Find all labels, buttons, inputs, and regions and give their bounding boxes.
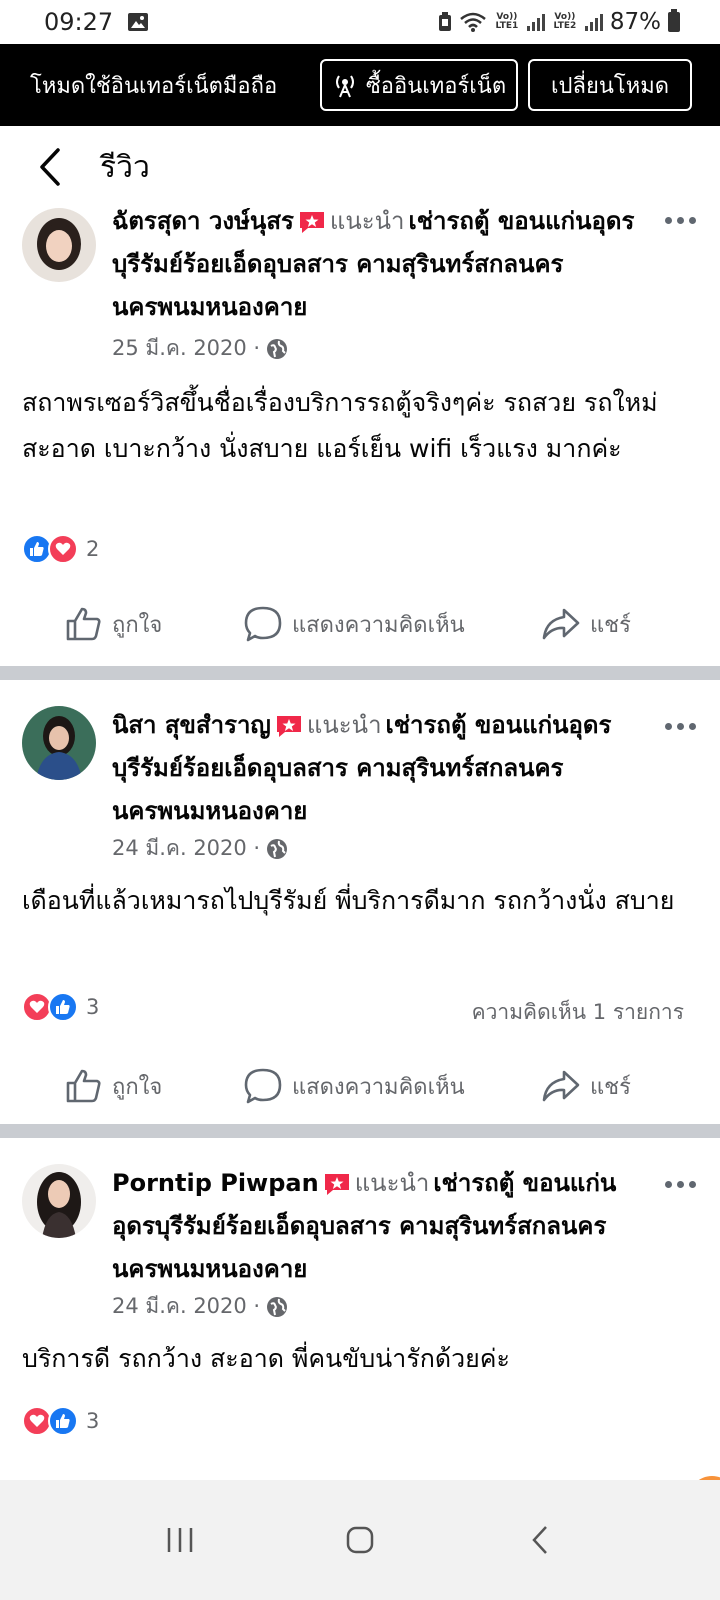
post-divider bbox=[0, 666, 720, 680]
post-actions: ถูกใจ แสดงความคิดเห็น แชร์ bbox=[0, 1056, 720, 1116]
like-label: ถูกใจ bbox=[112, 612, 163, 638]
broadcast-icon bbox=[335, 75, 354, 98]
recent-apps-icon bbox=[167, 1528, 193, 1552]
post-header: ฉัตรสุดา วงษ์นุสร แนะนำ เช่ารถตู้ ขอนแก่นอ… bbox=[112, 208, 642, 329]
reaction-count: 3 bbox=[86, 995, 100, 1019]
review-card: ฉัตรสุดา วงษ์นุสร แนะนำ เช่ารถตู้ ขอนแก่นอ… bbox=[0, 208, 720, 666]
avatar[interactable] bbox=[22, 706, 96, 780]
status-bar: 09:27 Vo)) LTE1 Vo)) LTE2 87% bbox=[0, 0, 720, 44]
battery-percent: 87% bbox=[609, 9, 661, 35]
thumbs-up-icon bbox=[66, 607, 101, 641]
reviews-feed[interactable]: ฉัตรสุดา วงษ์นุสร แนะนำ เช่ารถตู้ ขอนแก่นอ… bbox=[0, 208, 720, 1508]
author-name[interactable]: Porntip Piwpan bbox=[112, 1169, 319, 1197]
avatar-image bbox=[22, 706, 96, 780]
like-reaction-icon bbox=[48, 1406, 78, 1436]
reaction-summary[interactable]: 2 bbox=[22, 534, 99, 564]
share-button[interactable]: แชร์ bbox=[542, 607, 631, 642]
mode-label: โหมดใช้อินเทอร์เน็ตมือถือ bbox=[30, 73, 278, 99]
reaction-count: 3 bbox=[86, 1409, 100, 1433]
author-name[interactable]: นิสา สุขสำราญ bbox=[112, 711, 271, 739]
recommend-icon bbox=[299, 212, 324, 233]
page-title: รีวิว bbox=[100, 149, 150, 185]
comment-bubble-icon bbox=[244, 1068, 282, 1104]
post-date[interactable]: 25 มี.ค. 2020 · bbox=[112, 332, 260, 365]
share-label: แชร์ bbox=[590, 1074, 631, 1100]
chevron-left-icon bbox=[40, 148, 60, 186]
like-button[interactable]: ถูกใจ bbox=[66, 1069, 162, 1104]
post-actions: ถูกใจ แสดงความคิดเห็น แชร์ bbox=[0, 594, 720, 654]
share-label: แชร์ bbox=[590, 612, 631, 638]
more-options-button[interactable] bbox=[660, 210, 700, 230]
back-arrow-icon bbox=[532, 1526, 547, 1554]
avatar-image bbox=[22, 1164, 96, 1238]
sim2-label: Vo)) LTE2 bbox=[553, 12, 577, 31]
post-header: Porntip Piwpan แนะนำ เช่ารถตู้ ขอนแก่นอุดร… bbox=[112, 1162, 642, 1291]
post-text: เดือนที่แล้วเหมารถไปบุรีรัมย์ พี่บริการด… bbox=[22, 886, 675, 915]
system-back-button[interactable] bbox=[510, 1510, 570, 1570]
review-card: Porntip Piwpan แนะนำ เช่ารถตู้ ขอนแก่นอุดร… bbox=[0, 1138, 720, 1508]
back-button[interactable] bbox=[30, 147, 70, 187]
gallery-icon bbox=[128, 13, 149, 31]
recommend-icon bbox=[324, 1174, 349, 1195]
globe-icon bbox=[267, 338, 288, 359]
system-nav-bar bbox=[0, 1480, 720, 1600]
comment-count-link[interactable]: ความคิดเห็น 1 รายการ bbox=[472, 996, 684, 1029]
share-arrow-icon bbox=[542, 1070, 580, 1102]
avatar[interactable] bbox=[22, 1164, 96, 1238]
wifi-icon bbox=[460, 12, 486, 32]
battery-saver-icon bbox=[438, 12, 451, 31]
switch-mode-button[interactable]: เปลี่ยนโหมด bbox=[528, 59, 692, 111]
share-button[interactable]: แชร์ bbox=[542, 1069, 631, 1104]
globe-icon bbox=[267, 838, 288, 859]
post-date[interactable]: 24 มี.ค. 2020 · bbox=[112, 832, 260, 865]
review-card: นิสา สุขสำราญ แนะนำ เช่ารถตู้ ขอนแก่นอุดรบ… bbox=[0, 680, 720, 1124]
comment-label: แสดงความคิดเห็น bbox=[292, 612, 465, 638]
recommend-icon bbox=[276, 716, 301, 737]
reaction-count: 2 bbox=[86, 537, 100, 561]
comment-bubble-icon bbox=[244, 606, 282, 642]
like-button[interactable]: ถูกใจ bbox=[66, 607, 162, 642]
buy-internet-button[interactable]: ซื้ออินเทอร์เน็ต bbox=[320, 59, 518, 111]
recommends-label: แนะนำ bbox=[354, 1169, 430, 1197]
thumbs-up-icon bbox=[66, 1069, 101, 1103]
status-time: 09:27 bbox=[44, 8, 114, 36]
reaction-summary[interactable]: 3 bbox=[22, 992, 99, 1022]
post-header: นิสา สุขสำราญ แนะนำ เช่ารถตู้ ขอนแก่นอุดรบ… bbox=[112, 704, 642, 833]
globe-icon bbox=[267, 1296, 288, 1317]
like-label: ถูกใจ bbox=[112, 1074, 163, 1100]
avatar[interactable] bbox=[22, 208, 96, 282]
reaction-summary[interactable]: 3 bbox=[22, 1406, 99, 1436]
mobile-data-banner: โหมดใช้อินเทอร์เน็ตมือถือ ซื้ออินเทอร์เน… bbox=[0, 44, 720, 126]
share-arrow-icon bbox=[542, 608, 580, 640]
love-reaction-icon bbox=[48, 534, 78, 564]
post-text: สถาพรเซอร์วิสขึ้นชื่อเรื่องบริการรถตู้จร… bbox=[22, 388, 658, 463]
comment-button[interactable]: แสดงความคิดเห็น bbox=[244, 606, 465, 642]
recent-apps-button[interactable] bbox=[150, 1510, 210, 1570]
recommends-label: แนะนำ bbox=[306, 711, 382, 739]
avatar-image bbox=[22, 208, 96, 282]
signal-icon bbox=[584, 13, 603, 31]
battery-icon bbox=[668, 9, 680, 32]
like-reaction-icon bbox=[48, 992, 78, 1022]
home-icon bbox=[346, 1526, 374, 1554]
post-meta: 24 มี.ค. 2020 · bbox=[112, 1290, 288, 1323]
more-options-button[interactable] bbox=[660, 716, 700, 736]
recommends-label: แนะนำ bbox=[329, 208, 405, 235]
sim1-label: Vo)) LTE1 bbox=[495, 12, 519, 31]
post-date[interactable]: 24 มี.ค. 2020 · bbox=[112, 1290, 260, 1323]
comment-button[interactable]: แสดงความคิดเห็น bbox=[244, 1068, 465, 1104]
home-button[interactable] bbox=[330, 1510, 390, 1570]
post-text: บริการดี รถกว้าง สะอาด พี่คนขับน่ารักด้ว… bbox=[22, 1344, 510, 1373]
post-meta: 25 มี.ค. 2020 · bbox=[112, 332, 288, 365]
buy-internet-label: ซื้ออินเทอร์เน็ต bbox=[365, 73, 507, 99]
post-divider bbox=[0, 1124, 720, 1138]
page-header: รีวิว bbox=[0, 126, 720, 208]
comment-label: แสดงความคิดเห็น bbox=[292, 1074, 465, 1100]
author-name[interactable]: ฉัตรสุดา วงษ์นุสร bbox=[112, 208, 294, 235]
more-options-button[interactable] bbox=[660, 1174, 700, 1194]
signal-icon bbox=[526, 13, 545, 31]
post-meta: 24 มี.ค. 2020 · bbox=[112, 832, 288, 865]
